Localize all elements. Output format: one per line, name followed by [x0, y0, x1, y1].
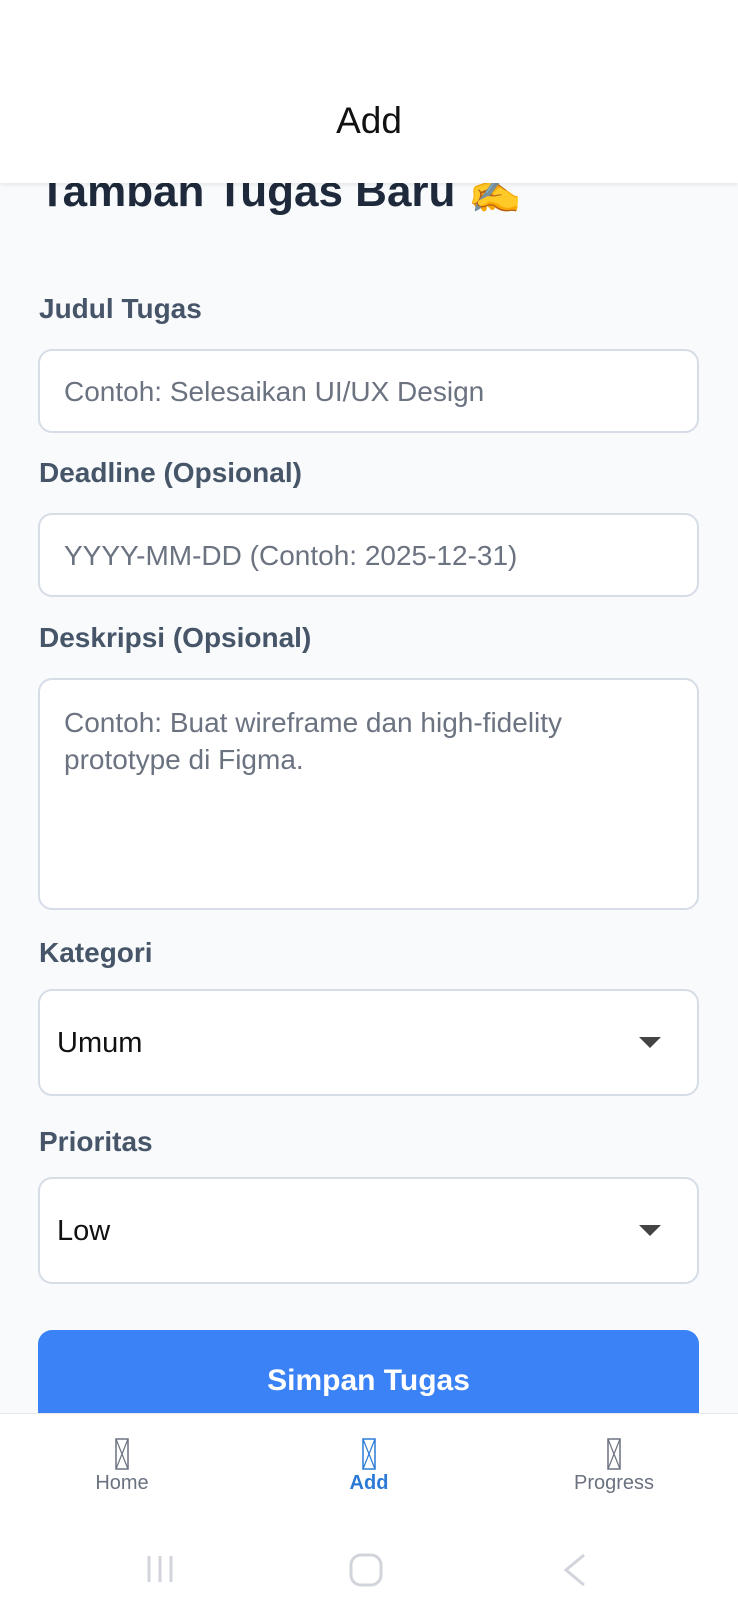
description-textarea[interactable]: Contoh: Buat wireframe dan high-fidelity… — [38, 678, 699, 910]
system-nav-bar — [0, 1552, 738, 1601]
priority-select[interactable]: Low — [38, 1177, 699, 1284]
nav-label-progress: Progress — [573, 1472, 655, 1494]
category-label: Kategori — [39, 937, 153, 968]
priority-label: Prioritas — [39, 1126, 153, 1157]
header-title: Add — [336, 100, 402, 141]
save-button-label: Simpan Tugas — [267, 1364, 470, 1397]
category-selected: Umum — [57, 1027, 143, 1059]
progress-icon — [607, 1438, 621, 1470]
nav-item-add[interactable]: Add — [289, 1438, 449, 1495]
home-button-icon[interactable] — [348, 1552, 384, 1588]
recent-apps-icon[interactable] — [143, 1552, 177, 1586]
title-placeholder: Contoh: Selesaikan UI/UX Design — [64, 376, 485, 407]
app-header: Add — [0, 0, 738, 183]
nav-label-add: Add — [349, 1472, 389, 1494]
chevron-down-icon — [639, 1037, 661, 1048]
home-icon — [115, 1438, 129, 1470]
chevron-down-icon — [639, 1225, 661, 1236]
bottom-nav: Home Add Progress — [0, 1413, 738, 1601]
description-label: Deskripsi (Opsional) — [39, 622, 312, 653]
deadline-label: Deadline (Opsional) — [39, 457, 302, 488]
title-label: Judul Tugas — [39, 293, 202, 324]
priority-selected: Low — [57, 1215, 111, 1247]
back-icon[interactable] — [560, 1552, 588, 1588]
title-input[interactable]: Contoh: Selesaikan UI/UX Design — [38, 349, 699, 433]
deadline-input[interactable]: YYYY-MM-DD (Contoh: 2025-12-31) — [38, 513, 699, 597]
category-select[interactable]: Umum — [38, 989, 699, 1096]
description-placeholder: Contoh: Buat wireframe dan high-fidelity… — [64, 707, 563, 775]
nav-item-progress[interactable]: Progress — [534, 1438, 694, 1495]
add-icon — [362, 1438, 376, 1470]
deadline-placeholder: YYYY-MM-DD (Contoh: 2025-12-31) — [64, 540, 518, 571]
nav-label-home: Home — [95, 1472, 149, 1494]
nav-item-home[interactable]: Home — [42, 1438, 202, 1495]
